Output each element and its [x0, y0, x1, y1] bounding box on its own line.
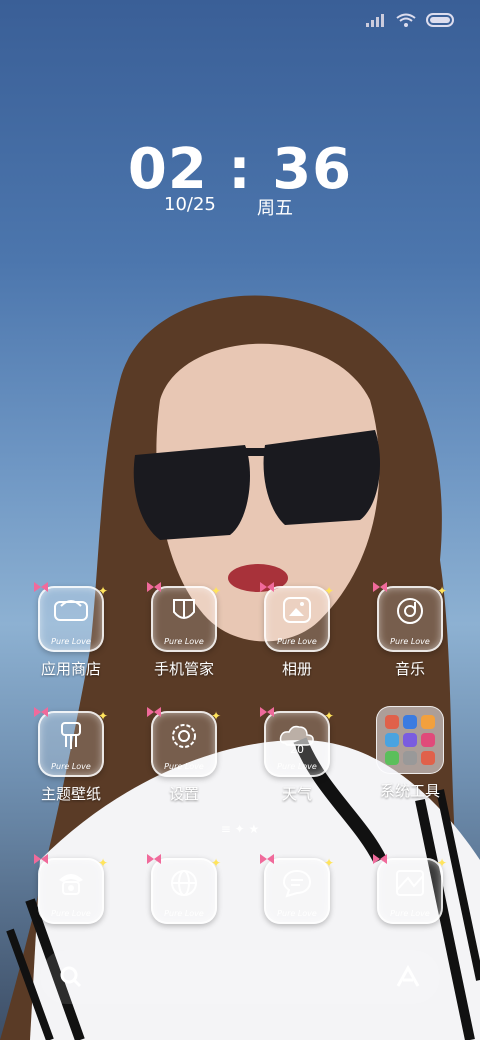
- battery-icon: [426, 13, 454, 27]
- mini-app-icon: [403, 715, 417, 729]
- app-weather[interactable]: ✦ 20 Pure Love 天气: [247, 707, 347, 804]
- pure-love-text: Pure Love: [51, 762, 91, 771]
- bow-icon: [34, 854, 48, 864]
- pure-love-text: Pure Love: [164, 909, 204, 918]
- star-icon: ✦: [210, 709, 221, 723]
- dock-messages[interactable]: ✦ Pure Love: [247, 854, 347, 924]
- mini-app-icon: [421, 733, 435, 747]
- status-bar: [366, 10, 456, 30]
- phone-icon: [59, 874, 83, 895]
- star-icon: ✦: [436, 584, 447, 598]
- pure-love-text: Pure Love: [277, 909, 317, 918]
- mini-app-icon: [403, 733, 417, 747]
- assistant-icon[interactable]: [394, 964, 422, 990]
- message-icon: [282, 869, 312, 898]
- bow-icon: [147, 854, 161, 864]
- search-icon[interactable]: [58, 964, 84, 990]
- clock-weekday: 周五: [257, 198, 293, 219]
- pure-love-text: Pure Love: [164, 762, 204, 771]
- app-settings[interactable]: ✦ Pure Love 设置: [134, 707, 234, 804]
- bow-icon: [260, 582, 274, 592]
- brush-icon: [61, 722, 81, 749]
- pure-love-text: Pure Love: [390, 909, 430, 918]
- clock-time: 02 : 36: [127, 137, 353, 202]
- app-label: 设置: [168, 785, 199, 803]
- star-icon: ✦: [97, 709, 108, 723]
- pure-love-text: Pure Love: [277, 762, 317, 771]
- camera-icon: [396, 870, 424, 896]
- star-icon: ✦: [323, 709, 334, 723]
- app-themes[interactable]: ✦ Pure Love 主题壁纸: [21, 707, 121, 804]
- star-icon: ✦: [97, 584, 108, 598]
- dock-bar: [40, 950, 440, 1004]
- app-label: 手机管家: [153, 660, 214, 678]
- store-icon: [54, 600, 88, 621]
- pure-love-text: Pure Love: [51, 909, 91, 918]
- star-icon: ✦: [323, 584, 334, 598]
- app-gallery[interactable]: ✦ Pure Love 相册: [247, 582, 347, 679]
- star-icon: ✦: [97, 856, 108, 870]
- settings-icon: [172, 724, 196, 748]
- browser-icon: [171, 870, 197, 896]
- pure-love-text: Pure Love: [164, 637, 204, 646]
- pure-love-text: Pure Love: [390, 637, 430, 646]
- app-security[interactable]: ✦ Pure Love 手机管家: [134, 582, 234, 679]
- bow-icon: [373, 854, 387, 864]
- app-label: 相册: [281, 660, 312, 678]
- bow-icon: [373, 582, 387, 592]
- star-icon: ✦: [436, 856, 447, 870]
- bow-icon: [147, 582, 161, 592]
- app-label: 主题壁纸: [40, 785, 101, 803]
- dock-phone[interactable]: ✦ Pure Love: [21, 854, 121, 924]
- folder-system-tools[interactable]: 系统工具: [360, 706, 460, 801]
- page-indicator: ≡ ✦ ★: [220, 822, 260, 836]
- bow-icon: [147, 707, 161, 717]
- music-icon: [397, 598, 423, 624]
- signal-icon: [366, 14, 384, 27]
- star-icon: ✦: [210, 584, 221, 598]
- mini-app-icon: [421, 751, 435, 765]
- app-appstore[interactable]: ✦ Pure Love 应用商店: [21, 582, 121, 679]
- dock-camera[interactable]: ✦ Pure Love: [360, 854, 460, 924]
- app-label: 系统工具: [379, 782, 440, 800]
- gallery-icon: [283, 597, 311, 623]
- pure-love-text: Pure Love: [277, 637, 317, 646]
- bow-icon: [260, 707, 274, 717]
- mini-app-icon: [385, 751, 399, 765]
- clock-date: 10/25: [164, 194, 216, 215]
- weather-temp: 20: [290, 743, 304, 756]
- bow-icon: [260, 854, 274, 864]
- clock-widget[interactable]: 02 : 36: [0, 140, 480, 200]
- star-icon: ✦: [323, 856, 334, 870]
- dock-browser[interactable]: ✦ Pure Love: [134, 854, 234, 924]
- mini-app-icon: [385, 733, 399, 747]
- app-label: 天气: [281, 785, 312, 803]
- shield-icon: [173, 599, 195, 619]
- mini-app-icon: [421, 715, 435, 729]
- app-label: 应用商店: [40, 660, 101, 678]
- bow-icon: [34, 582, 48, 592]
- mini-app-icon: [403, 751, 417, 765]
- star-icon: ✦: [210, 856, 221, 870]
- bow-icon: [34, 707, 48, 717]
- app-label: 音乐: [394, 660, 425, 678]
- folder-icon: [376, 706, 444, 774]
- mini-app-icon: [385, 715, 399, 729]
- app-music[interactable]: ✦ Pure Love 音乐: [360, 582, 460, 679]
- wifi-icon: [396, 13, 416, 27]
- pure-love-text: Pure Love: [51, 637, 91, 646]
